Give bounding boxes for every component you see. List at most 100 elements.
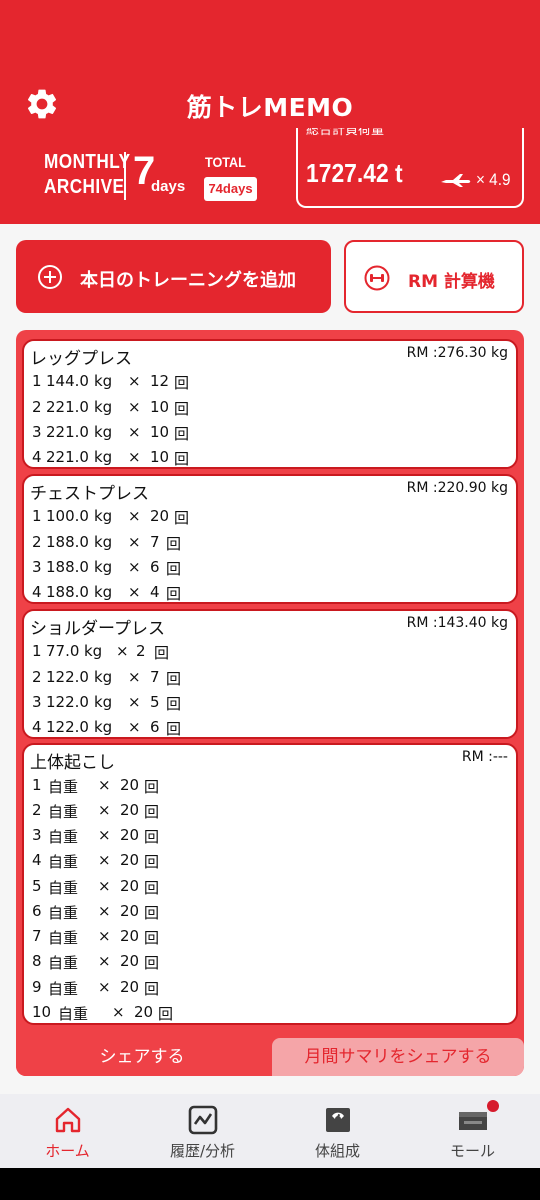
set-weight: 122.0 bbox=[46, 668, 89, 686]
system-bar bbox=[0, 1168, 540, 1200]
share-monthly-summary-button[interactable]: 月間サマリをシェアする bbox=[272, 1038, 524, 1076]
set-rep-unit: 回 bbox=[144, 980, 160, 998]
set-weight: 144.0 bbox=[46, 372, 89, 390]
set-weight: 122.0 bbox=[46, 693, 89, 711]
set-rep-unit: 回 bbox=[144, 778, 160, 796]
set-number: 7 bbox=[32, 927, 42, 945]
set-times: × bbox=[116, 642, 129, 660]
set-number: 6 bbox=[32, 902, 42, 920]
total-days-badge: 74days bbox=[204, 177, 257, 201]
set-reps: 6 bbox=[150, 718, 160, 736]
set-times: × bbox=[98, 877, 111, 895]
monthly-label-line2: ARCHIVE bbox=[44, 176, 125, 198]
set-reps: 20 bbox=[120, 801, 140, 819]
app-header: 筋トレMEMO MONTHLY ARCHIVE 7 days TOTAL 74d… bbox=[0, 0, 540, 224]
set-rep-unit: 回 bbox=[174, 450, 190, 468]
set-rep-unit: 回 bbox=[174, 425, 190, 443]
exercise-card[interactable]: チェストプレス RM :220.90 kg 1 100.0 kg × 20 回 … bbox=[22, 474, 518, 604]
set-number: 4 bbox=[32, 851, 42, 869]
total-load-label: 総合計負荷量 bbox=[306, 128, 385, 138]
set-rep-unit: 回 bbox=[144, 954, 160, 972]
exercise-card[interactable]: 上体起こし RM :--- 1 自重 × 20 回 2 自重 × 20 回 3 … bbox=[22, 743, 518, 1025]
set-reps: 7 bbox=[150, 533, 160, 551]
set-number: 1 bbox=[32, 642, 42, 660]
exercise-card[interactable]: ショルダープレス RM :143.40 kg 1 77.0 kg × 2 回 2… bbox=[22, 609, 518, 739]
set-number: 2 bbox=[32, 801, 42, 819]
set-unit: kg bbox=[94, 583, 113, 601]
set-weight: 自重 bbox=[48, 803, 79, 821]
share-button[interactable]: シェアする bbox=[16, 1038, 268, 1076]
nav-label-home: ホーム bbox=[45, 1142, 90, 1160]
set-number: 2 bbox=[32, 668, 42, 686]
set-reps: 2 bbox=[136, 642, 146, 660]
nav-label-mall: モール bbox=[449, 1142, 495, 1160]
set-unit: kg bbox=[94, 558, 113, 576]
set-rep-unit: 回 bbox=[144, 828, 160, 846]
set-number: 4 bbox=[32, 718, 42, 736]
set-number: 2 bbox=[32, 398, 42, 416]
exercise-name: チェストプレス bbox=[30, 484, 149, 504]
set-number: 1 bbox=[32, 507, 42, 525]
set-rep-unit: 回 bbox=[166, 720, 182, 738]
set-number: 2 bbox=[32, 533, 42, 551]
set-rep-unit: 回 bbox=[144, 904, 160, 922]
set-reps: 20 bbox=[120, 851, 140, 869]
exercise-card[interactable]: レッグプレス RM :276.30 kg 1 144.0 kg × 12 回 2… bbox=[22, 339, 518, 469]
set-number: 8 bbox=[32, 952, 42, 970]
set-reps: 10 bbox=[150, 398, 170, 416]
set-times: × bbox=[128, 718, 141, 736]
set-number: 3 bbox=[32, 423, 42, 441]
set-reps: 10 bbox=[150, 448, 170, 466]
set-times: × bbox=[98, 927, 111, 945]
nav-item-history[interactable]: 履歴/分析 bbox=[135, 1094, 270, 1168]
set-rep-unit: 回 bbox=[144, 803, 160, 821]
set-weight: 188.0 bbox=[46, 533, 89, 551]
set-times: × bbox=[98, 952, 111, 970]
set-number: 4 bbox=[32, 583, 42, 601]
set-reps: 10 bbox=[150, 423, 170, 441]
nav-item-mall[interactable]: モール bbox=[405, 1094, 540, 1168]
set-times: × bbox=[98, 978, 111, 996]
exercise-name: レッグプレス bbox=[30, 349, 132, 369]
set-weight: 自重 bbox=[58, 1005, 89, 1023]
rm-calculator-label: RM 計算機 bbox=[408, 272, 495, 292]
set-rep-unit: 回 bbox=[144, 879, 160, 897]
set-reps: 20 bbox=[120, 826, 140, 844]
nav-item-body[interactable]: 体組成 bbox=[270, 1094, 405, 1168]
set-reps: 20 bbox=[120, 776, 140, 794]
set-weight: 122.0 bbox=[46, 718, 89, 736]
set-weight: 77.0 bbox=[46, 642, 80, 660]
set-times: × bbox=[128, 372, 141, 390]
monthly-days-unit: days bbox=[151, 178, 186, 195]
set-reps: 20 bbox=[120, 877, 140, 895]
set-reps: 20 bbox=[120, 902, 140, 920]
set-rep-unit: 回 bbox=[158, 1005, 174, 1023]
set-times: × bbox=[98, 826, 111, 844]
nav-item-home[interactable]: ホーム bbox=[0, 1094, 135, 1168]
set-rep-unit: 回 bbox=[144, 853, 160, 871]
exercise-name: ショルダープレス bbox=[30, 619, 165, 639]
set-weight: 221.0 bbox=[46, 448, 89, 466]
set-number: 3 bbox=[32, 693, 42, 711]
set-unit: kg bbox=[94, 372, 113, 390]
set-times: × bbox=[128, 668, 141, 686]
set-rep-unit: 回 bbox=[166, 670, 182, 688]
set-times: × bbox=[98, 776, 111, 794]
set-rep-unit: 回 bbox=[174, 374, 190, 392]
set-number: 3 bbox=[32, 826, 42, 844]
set-rep-unit: 回 bbox=[166, 585, 182, 603]
set-unit: kg bbox=[94, 668, 113, 686]
set-reps: 7 bbox=[150, 668, 160, 686]
plus-circle-icon bbox=[38, 265, 62, 289]
set-weight: 自重 bbox=[48, 980, 79, 998]
set-weight: 221.0 bbox=[46, 423, 89, 441]
add-training-button[interactable]: 本日のトレーニングを追加 bbox=[16, 240, 331, 313]
set-unit: kg bbox=[94, 423, 113, 441]
monthly-archive-label: MONTHLY ARCHIVE bbox=[44, 150, 130, 200]
app-title: 筋トレMEMO bbox=[186, 93, 354, 122]
scale-icon bbox=[326, 1108, 350, 1132]
set-number: 1 bbox=[32, 372, 42, 390]
set-unit: kg bbox=[94, 533, 113, 551]
rm-calculator-button[interactable]: RM 計算機 bbox=[344, 240, 524, 313]
total-load-card: 総合計負荷量 1727.42 t × 4.9 bbox=[296, 128, 524, 208]
